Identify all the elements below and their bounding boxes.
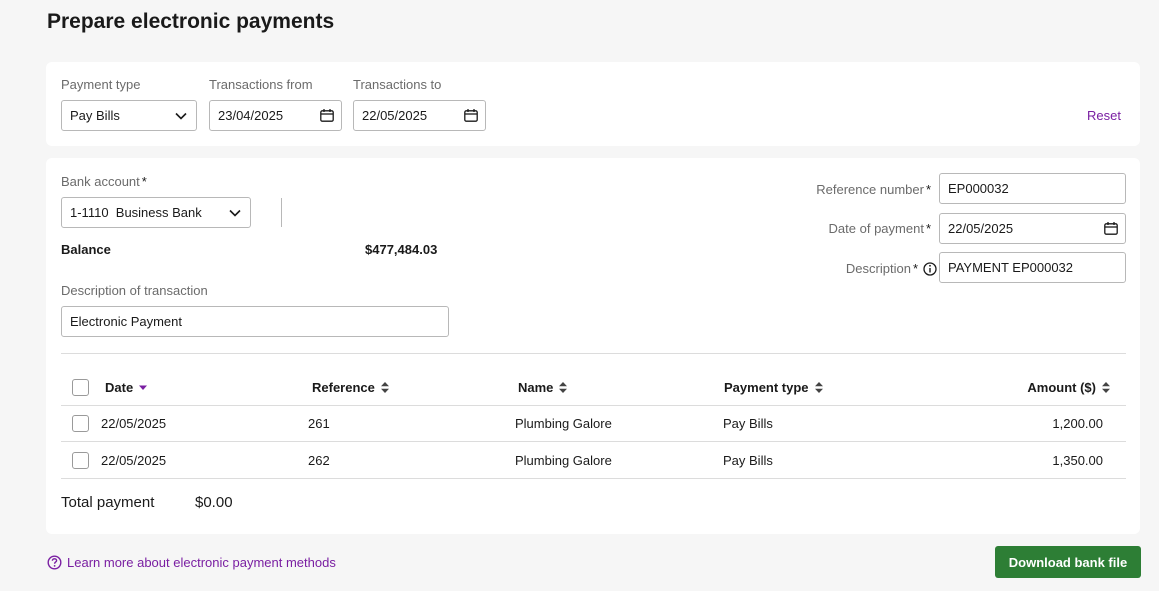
column-header-name-label: Name <box>518 380 554 395</box>
help-icon <box>47 555 62 570</box>
table-divider <box>61 405 1126 406</box>
info-icon[interactable] <box>923 261 937 276</box>
bank-account-select[interactable]: 1-1110 Business Bank <box>61 197 282 228</box>
transactions-from-input[interactable]: 23/04/2025 <box>209 100 342 131</box>
sort-icon <box>559 382 568 393</box>
column-header-name[interactable]: Name <box>518 380 568 395</box>
date-of-payment-value: 22/05/2025 <box>948 221 1014 236</box>
transactions-from-label: Transactions from <box>209 77 313 92</box>
transactions-from-value: 23/04/2025 <box>218 108 284 123</box>
column-header-payment-type-label: Payment type <box>724 380 809 395</box>
description-label-text: Description <box>845 261 911 276</box>
bank-account-value: 1-1110 Business Bank <box>70 205 202 220</box>
calendar-icon[interactable] <box>320 109 334 122</box>
row-reference-link[interactable]: 262 <box>308 453 330 468</box>
row-divider <box>61 478 1126 479</box>
date-of-payment-input[interactable]: 22/05/2025 <box>939 213 1126 244</box>
row-name: Plumbing Galore <box>515 416 612 431</box>
learn-more-link[interactable]: Learn more about electronic payment meth… <box>47 555 336 570</box>
row-payment-type: Pay Bills <box>723 416 773 431</box>
learn-more-text[interactable]: Learn more about electronic payment meth… <box>67 555 336 570</box>
transactions-to-value: 22/05/2025 <box>362 108 428 123</box>
reference-number-label-text: Reference number <box>816 182 924 197</box>
sort-descending-icon <box>139 385 148 390</box>
reference-number-value: EP000032 <box>948 181 1009 196</box>
reference-number-input[interactable]: EP000032 <box>939 173 1126 204</box>
reset-link[interactable]: Reset <box>1087 108 1121 123</box>
section-divider <box>61 353 1126 354</box>
total-payment-label: Total payment <box>61 494 155 511</box>
column-header-date-label: Date <box>105 380 134 395</box>
column-header-date[interactable]: Date <box>105 380 148 395</box>
row-amount: 1,350.00 <box>1052 453 1103 468</box>
payment-type-value: Pay Bills <box>70 108 120 123</box>
payment-type-label: Payment type <box>61 77 141 92</box>
chevron-down-icon[interactable] <box>229 209 241 217</box>
payment-type-select[interactable]: Pay Bills <box>61 100 197 131</box>
transaction-description-value: Electronic Payment <box>70 314 182 329</box>
transactions-to-label: Transactions to <box>353 77 442 92</box>
total-payment-value: $0.00 <box>195 494 233 511</box>
sort-icon <box>1102 382 1110 393</box>
row-checkbox[interactable] <box>72 415 89 432</box>
row-reference-link[interactable]: 261 <box>308 416 330 431</box>
row-date: 22/05/2025 <box>101 453 167 468</box>
transactions-to-input[interactable]: 22/05/2025 <box>353 100 486 131</box>
date-of-payment-label-text: Date of payment <box>828 221 924 236</box>
sort-icon <box>380 382 389 393</box>
sort-icon <box>814 382 823 393</box>
row-divider <box>61 441 1126 442</box>
select-all-checkbox[interactable] <box>72 379 89 396</box>
column-header-payment-type[interactable]: Payment type <box>724 380 823 395</box>
filters-panel: Payment type Pay Bills Transactions from… <box>46 62 1140 146</box>
row-name: Plumbing Galore <box>515 453 612 468</box>
description-label: Description * <box>846 261 937 276</box>
reference-number-label: Reference number * <box>816 182 931 197</box>
chevron-down-icon <box>175 112 187 120</box>
payment-description-input[interactable]: PAYMENT EP000032 <box>939 252 1126 283</box>
payment-description-value: PAYMENT EP000032 <box>948 260 1074 275</box>
required-mark: * <box>925 221 931 236</box>
row-amount: 1,200.00 <box>1052 416 1103 431</box>
column-header-reference[interactable]: Reference <box>312 380 389 395</box>
page-title: Prepare electronic payments <box>47 10 335 33</box>
bank-account-label: Bank account * <box>61 174 147 189</box>
select-divider <box>281 198 282 227</box>
column-header-amount[interactable]: Amount ($) <box>1027 380 1110 395</box>
calendar-icon[interactable] <box>464 109 478 122</box>
column-header-amount-label: Amount ($) <box>1027 380 1096 395</box>
date-of-payment-label: Date of payment * <box>829 221 931 236</box>
bank-account-label-text: Bank account <box>61 174 140 189</box>
transaction-description-input[interactable]: Electronic Payment <box>61 306 449 337</box>
row-date: 22/05/2025 <box>101 416 167 431</box>
download-bank-file-button[interactable]: Download bank file <box>995 546 1141 578</box>
balance-value: $477,484.03 <box>365 242 438 257</box>
required-mark: * <box>925 182 931 197</box>
calendar-icon[interactable] <box>1104 222 1118 235</box>
row-payment-type: Pay Bills <box>723 453 773 468</box>
transaction-description-label: Description of transaction <box>61 283 208 298</box>
balance-label: Balance <box>61 242 111 257</box>
row-checkbox[interactable] <box>72 452 89 469</box>
column-header-reference-label: Reference <box>312 380 375 395</box>
payment-details-panel: Bank account * 1-1110 Business Bank Balan… <box>46 158 1140 534</box>
required-mark: * <box>141 174 147 189</box>
required-mark: * <box>912 261 918 276</box>
